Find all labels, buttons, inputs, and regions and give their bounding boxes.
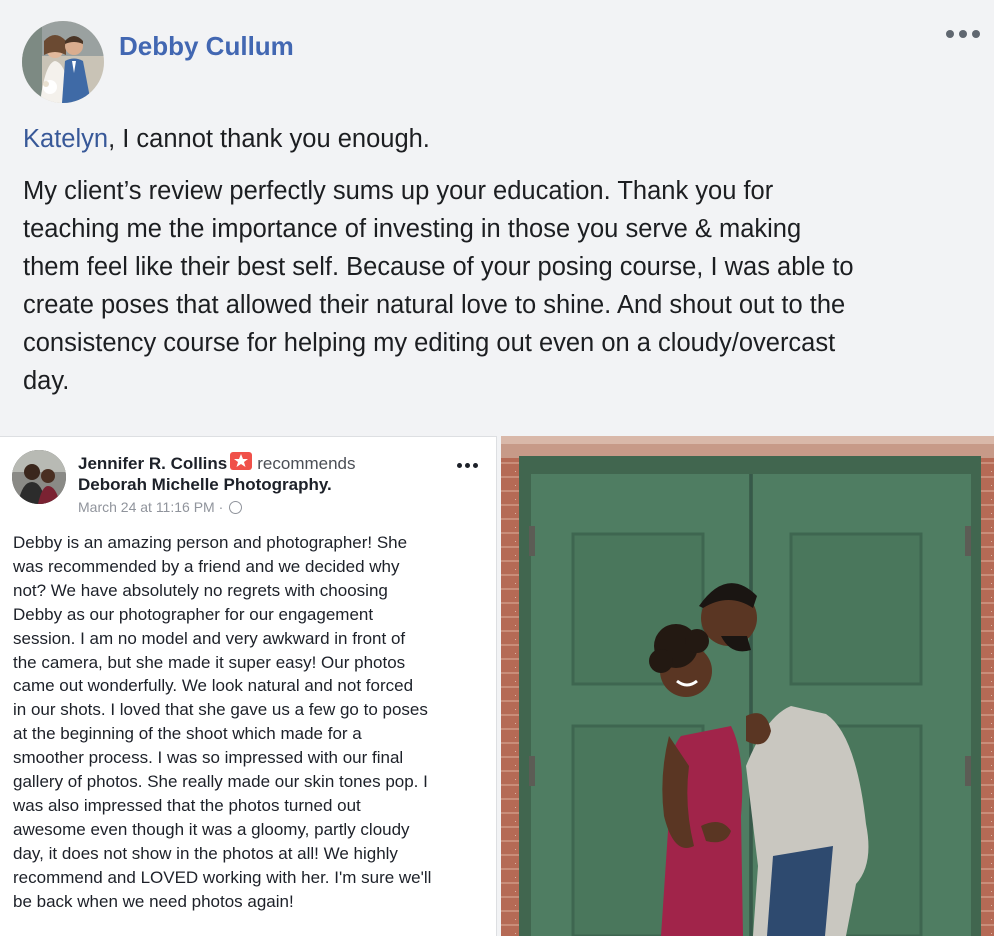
- review-line: session. I am no model and very awkward …: [13, 628, 406, 648]
- review-screenshot: Jennifer R. Collins recommends Deborah Mi…: [0, 436, 497, 936]
- review-line: came out wonderfully. We look natural an…: [13, 676, 414, 696]
- review-line: in our shots. I loved that she gave us a…: [13, 700, 428, 720]
- review-line: not? We have absolutely no regrets with …: [13, 580, 388, 600]
- recommend-star-icon: [230, 452, 253, 470]
- greeting-text: , I cannot thank you enough.: [108, 125, 430, 153]
- reviewer-name[interactable]: Jennifer R. Collins: [78, 454, 227, 473]
- review-text: Debby is an amazing person and photograp…: [13, 531, 493, 914]
- facebook-post: Debby Cullum Katelyn, I cannot thank you…: [0, 0, 994, 936]
- post-body-line: day.: [23, 367, 70, 395]
- post-body-line: create poses that allowed their natural …: [23, 291, 846, 319]
- post-body-line: consistency course for helping my editin…: [23, 329, 836, 357]
- author-avatar[interactable]: [22, 21, 104, 103]
- more-options-icon[interactable]: [946, 30, 986, 44]
- post-body-line: them feel like their best self. Because …: [23, 253, 854, 281]
- review-line: awesome even though it was a gloomy, par…: [13, 819, 410, 839]
- review-line: be back when we need photos again!: [13, 891, 294, 911]
- post-body-line: My client’s review perfectly sums up you…: [23, 177, 774, 205]
- post-body: My client’s review perfectly sums up you…: [23, 172, 983, 400]
- review-line: day, it does not show in the photos at a…: [13, 843, 398, 863]
- review-date[interactable]: March 24 at 11:16 PM ·: [78, 499, 223, 515]
- engagement-photo[interactable]: [501, 436, 994, 936]
- review-line: was also impressed that the photos turne…: [13, 795, 361, 815]
- review-date-line: March 24 at 11:16 PM ·: [78, 499, 243, 515]
- review-line: recommend and LOVED working with her. I'…: [13, 867, 432, 887]
- reviewer-line: Jennifer R. Collins recommends: [78, 452, 356, 474]
- review-line: at the beginning of the shoot which made…: [13, 724, 362, 744]
- review-line: smoother process. I was so impressed wit…: [13, 748, 404, 768]
- post-body-line: teaching me the importance of investing …: [23, 215, 802, 243]
- recommended-page[interactable]: Deborah Michelle Photography.: [78, 475, 332, 495]
- review-line: the camera, but she made it super easy! …: [13, 652, 406, 672]
- review-more-icon[interactable]: [457, 463, 478, 468]
- review-line: gallery of photos. She really made our s…: [13, 772, 428, 792]
- author-name[interactable]: Debby Cullum: [119, 31, 294, 62]
- mention-link[interactable]: Katelyn: [23, 125, 108, 153]
- globe-icon: [229, 501, 243, 514]
- post-greeting: Katelyn, I cannot thank you enough.: [23, 124, 430, 154]
- recommends-text: recommends: [257, 454, 356, 473]
- reviewer-avatar: [12, 450, 66, 504]
- review-line: Debby as our photographer for our engage…: [13, 604, 374, 624]
- review-line: Debby is an amazing person and photograp…: [13, 533, 408, 552]
- review-line: was recommended by a friend and we decid…: [13, 556, 400, 576]
